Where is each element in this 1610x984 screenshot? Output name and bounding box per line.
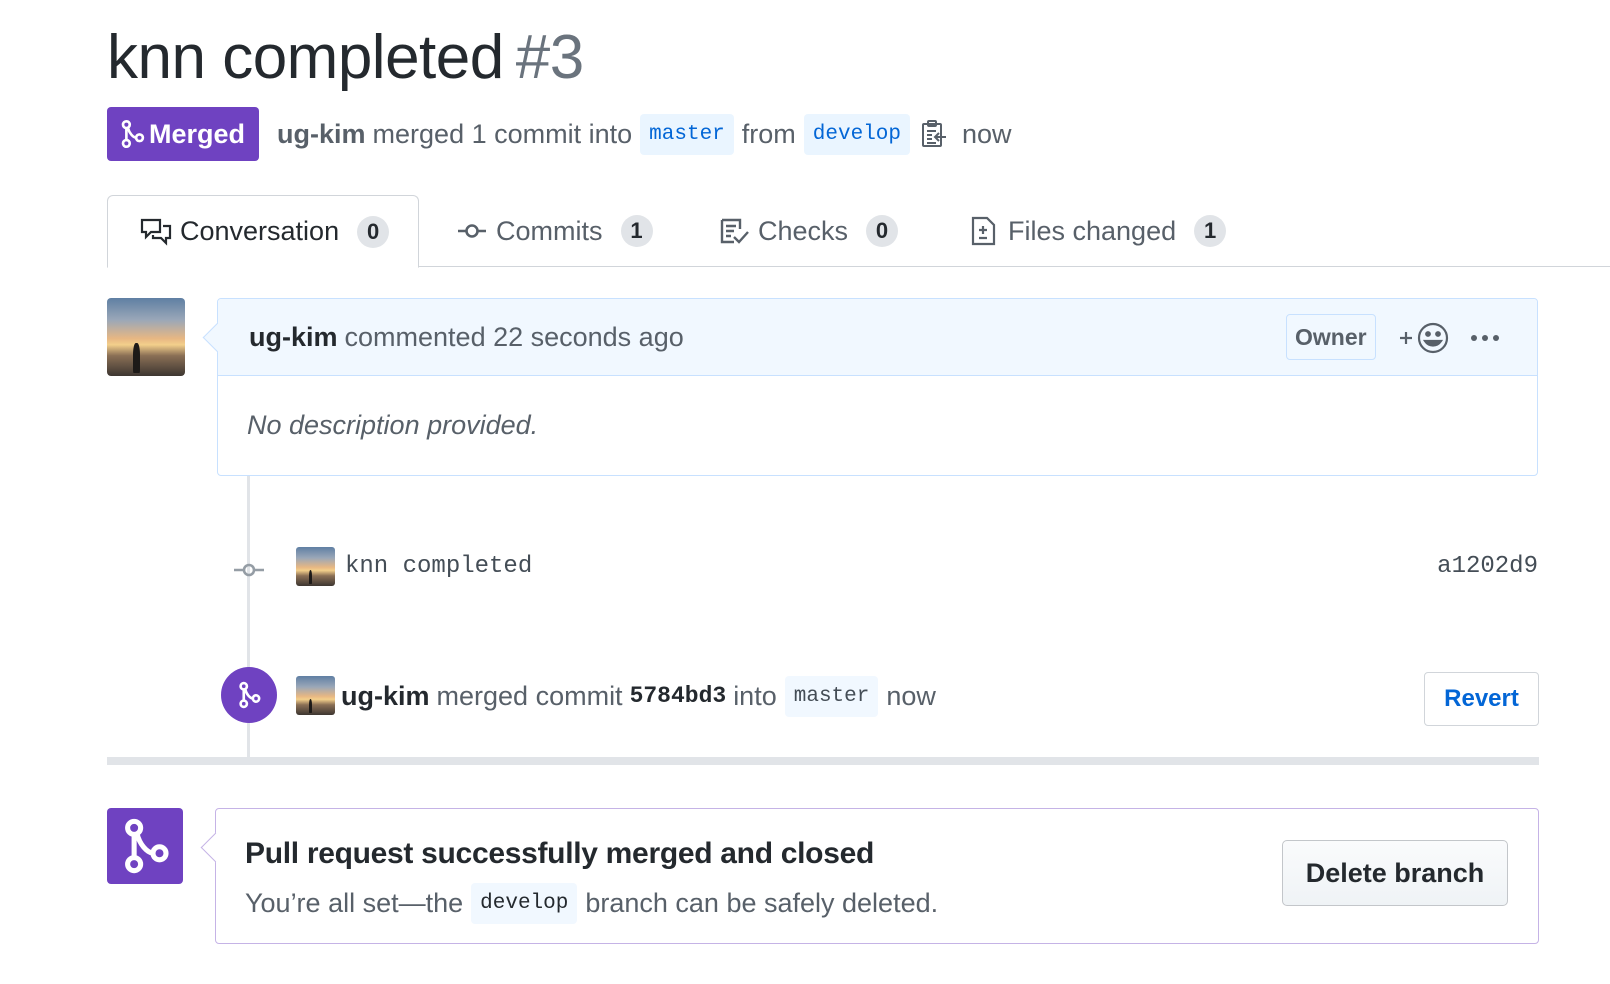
- tab-label: Files changed: [1008, 215, 1177, 246]
- tab-label: Conversation: [180, 216, 340, 246]
- pr-meta: Merged ug-kim merged 1 commit into maste…: [107, 107, 1012, 161]
- merge-status-message: You’re all set—the develop branch can be…: [245, 881, 938, 925]
- tab-counter: 1: [620, 215, 653, 247]
- commit-author-avatar[interactable]: [296, 547, 335, 586]
- comment-author-link[interactable]: ug-kim: [249, 322, 338, 353]
- base-branch-link[interactable]: master: [640, 113, 734, 155]
- kebab-horizontal-icon[interactable]: [1470, 325, 1500, 351]
- merger-avatar[interactable]: [296, 676, 335, 715]
- head-branch-link[interactable]: develop: [803, 113, 910, 155]
- merged-event-badge: [221, 667, 277, 723]
- tab-commits[interactable]: Commits 1: [456, 195, 653, 267]
- merged-branch-link[interactable]: master: [784, 675, 879, 717]
- file-diff-icon: [971, 216, 996, 246]
- status-badge-label: Merged: [149, 118, 246, 149]
- git-merge-icon: [239, 681, 261, 709]
- git-merge-icon: [121, 119, 145, 149]
- tab-checks[interactable]: Checks 0: [718, 195, 899, 267]
- page-title: knn completed #3: [107, 22, 584, 94]
- author-link[interactable]: ug-kim: [277, 119, 366, 150]
- tab-counter: 0: [866, 215, 899, 247]
- tab-conversation[interactable]: Conversation 0: [107, 195, 419, 268]
- clippy-icon[interactable]: [920, 119, 948, 149]
- git-commit-icon: [234, 563, 264, 577]
- merge-summary: ug-kim merged 1 commit into master from …: [277, 113, 918, 155]
- pull-request-page: knn completed #3 Merged ug-kim merged 1 c…: [0, 0, 1610, 984]
- comment-box: ug-kim commented 22 seconds ago Owner No…: [217, 298, 1538, 476]
- add-reaction-icon[interactable]: [1398, 320, 1450, 356]
- git-merge-icon: [125, 818, 169, 874]
- comment-timestamp[interactable]: commented 22 seconds ago: [345, 322, 684, 353]
- comment-header: ug-kim commented 22 seconds ago Owner: [218, 299, 1537, 376]
- comment-discussion-icon: [140, 218, 172, 246]
- merge-status-box: Pull request successfully merged and clo…: [215, 808, 1539, 944]
- merge-sub-before: You’re all set—the: [245, 887, 464, 918]
- delete-branch-button[interactable]: Delete branch: [1282, 840, 1508, 906]
- into-text: into: [733, 680, 777, 711]
- tab-counter: 0: [357, 215, 390, 248]
- pr-number: #3: [515, 23, 584, 92]
- merge-status-badge: [107, 808, 183, 884]
- comment-body: No description provided.: [247, 410, 539, 440]
- merge-time: now: [962, 118, 1012, 149]
- merged-event-time[interactable]: now: [886, 681, 936, 712]
- from-text: from: [741, 118, 796, 149]
- merge-status-heading: Pull request successfully merged and clo…: [245, 837, 874, 870]
- tab-files-changed[interactable]: Files changed 1: [968, 195, 1227, 267]
- timeline-divider: [107, 757, 1539, 765]
- checklist-icon: [720, 218, 749, 244]
- owner-label: Owner: [1286, 314, 1376, 360]
- commit-message-link[interactable]: knn completed: [345, 553, 532, 580]
- git-commit-icon: [458, 224, 486, 238]
- commit-sha-link[interactable]: a1202d9: [1437, 553, 1538, 580]
- avatar[interactable]: [107, 298, 185, 376]
- merged-event-text: merged commit: [436, 680, 623, 711]
- pr-tabs: Conversation 0 Commits 1 Checks 0 Files …: [107, 195, 1610, 268]
- tab-counter: 1: [1194, 215, 1227, 247]
- merged-event: ug-kim merged commit 5784bd3 into master…: [341, 674, 936, 718]
- merge-action-text: merged 1 commit into: [372, 118, 633, 149]
- pr-title-text: knn completed: [107, 23, 504, 92]
- merge-sub-after: branch can be safely deleted.: [585, 887, 939, 918]
- tab-label: Checks: [758, 215, 849, 246]
- tab-label: Commits: [496, 215, 603, 246]
- merger-link[interactable]: ug-kim: [341, 681, 430, 712]
- deletable-branch-name: develop: [471, 882, 578, 924]
- status-badge: Merged: [107, 107, 260, 161]
- merge-commit-sha-link[interactable]: 5784bd3: [630, 683, 727, 709]
- revert-button[interactable]: Revert: [1424, 672, 1539, 726]
